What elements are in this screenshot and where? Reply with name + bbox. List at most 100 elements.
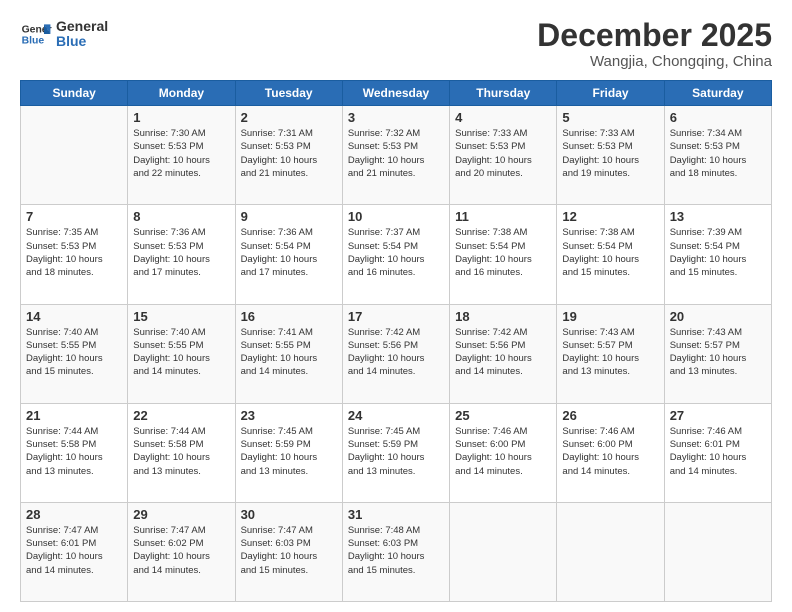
calendar-cell xyxy=(664,502,771,601)
day-number: 16 xyxy=(241,309,337,324)
location: Wangjia, Chongqing, China xyxy=(537,53,772,70)
day-info: Sunrise: 7:41 AM Sunset: 5:55 PM Dayligh… xyxy=(241,326,337,379)
calendar-cell: 11 Sunrise: 7:38 AM Sunset: 5:54 PM Dayli… xyxy=(450,205,557,304)
day-info: Sunrise: 7:40 AM Sunset: 5:55 PM Dayligh… xyxy=(26,326,122,379)
day-number: 15 xyxy=(133,309,229,324)
day-info: Sunrise: 7:38 AM Sunset: 5:54 PM Dayligh… xyxy=(455,226,551,279)
calendar-cell: 8Sunrise: 7:36 AM Sunset: 5:53 PM Daylig… xyxy=(128,205,235,304)
day-number: 1 xyxy=(133,110,229,125)
day-info: Sunrise: 7:44 AM Sunset: 5:58 PM Dayligh… xyxy=(26,425,122,478)
day-number: 17 xyxy=(348,309,444,324)
week-row-4: 21 Sunrise: 7:44 AM Sunset: 5:58 PM Dayli… xyxy=(21,403,772,502)
calendar-cell: 16 Sunrise: 7:41 AM Sunset: 5:55 PM Dayli… xyxy=(235,304,342,403)
calendar-cell: 19 Sunrise: 7:43 AM Sunset: 5:57 PM Dayli… xyxy=(557,304,664,403)
header: General Blue General Blue December 2025 … xyxy=(20,18,772,70)
day-number: 9 xyxy=(241,209,337,224)
calendar-cell: 13Sunrise: 7:39 AM Sunset: 5:54 PM Dayli… xyxy=(664,205,771,304)
month-title: December 2025 xyxy=(537,18,772,53)
calendar-cell: 20 Sunrise: 7:43 AM Sunset: 5:57 PM Dayli… xyxy=(664,304,771,403)
calendar-cell: 1 Sunrise: 7:30 AM Sunset: 5:53 PM Daylig… xyxy=(128,106,235,205)
day-header-monday: Monday xyxy=(128,81,235,106)
day-number: 2 xyxy=(241,110,337,125)
logo-general-text: General xyxy=(56,19,108,34)
day-number: 14 xyxy=(26,309,122,324)
day-info: Sunrise: 7:33 AM Sunset: 5:53 PM Dayligh… xyxy=(562,127,658,180)
day-info: Sunrise: 7:43 AM Sunset: 5:57 PM Dayligh… xyxy=(670,326,766,379)
calendar-table: SundayMondayTuesdayWednesdayThursdayFrid… xyxy=(20,80,772,602)
day-info: Sunrise: 7:30 AM Sunset: 5:53 PM Dayligh… xyxy=(133,127,229,180)
calendar-cell: 14 Sunrise: 7:40 AM Sunset: 5:55 PM Dayli… xyxy=(21,304,128,403)
day-number: 31 xyxy=(348,507,444,522)
calendar-cell: 23 Sunrise: 7:45 AM Sunset: 5:59 PM Dayli… xyxy=(235,403,342,502)
day-number: 4 xyxy=(455,110,551,125)
calendar-cell: 4 Sunrise: 7:33 AM Sunset: 5:53 PM Daylig… xyxy=(450,106,557,205)
day-number: 24 xyxy=(348,408,444,423)
day-number: 25 xyxy=(455,408,551,423)
day-number: 7 xyxy=(26,209,122,224)
day-number: 3 xyxy=(348,110,444,125)
day-info: Sunrise: 7:32 AM Sunset: 5:53 PM Dayligh… xyxy=(348,127,444,180)
calendar-cell xyxy=(450,502,557,601)
day-number: 12 xyxy=(562,209,658,224)
day-number: 21 xyxy=(26,408,122,423)
day-number: 23 xyxy=(241,408,337,423)
day-number: 29 xyxy=(133,507,229,522)
day-info: Sunrise: 7:42 AM Sunset: 5:56 PM Dayligh… xyxy=(455,326,551,379)
day-info: Sunrise: 7:48 AM Sunset: 6:03 PM Dayligh… xyxy=(348,524,444,577)
calendar-cell: 27 Sunrise: 7:46 AM Sunset: 6:01 PM Dayli… xyxy=(664,403,771,502)
day-header-saturday: Saturday xyxy=(664,81,771,106)
day-header-sunday: Sunday xyxy=(21,81,128,106)
day-number: 20 xyxy=(670,309,766,324)
day-info: Sunrise: 7:38 AM Sunset: 5:54 PM Dayligh… xyxy=(562,226,658,279)
day-header-wednesday: Wednesday xyxy=(342,81,449,106)
svg-text:Blue: Blue xyxy=(22,36,45,47)
page: General Blue General Blue December 2025 … xyxy=(0,0,792,612)
day-number: 10 xyxy=(348,209,444,224)
day-info: Sunrise: 7:45 AM Sunset: 5:59 PM Dayligh… xyxy=(241,425,337,478)
calendar-cell: 3 Sunrise: 7:32 AM Sunset: 5:53 PM Daylig… xyxy=(342,106,449,205)
calendar-cell: 31 Sunrise: 7:48 AM Sunset: 6:03 PM Dayli… xyxy=(342,502,449,601)
calendar-cell: 15 Sunrise: 7:40 AM Sunset: 5:55 PM Dayli… xyxy=(128,304,235,403)
calendar-cell: 9 Sunrise: 7:36 AM Sunset: 5:54 PM Daylig… xyxy=(235,205,342,304)
calendar-cell: 7Sunrise: 7:35 AM Sunset: 5:53 PM Daylig… xyxy=(21,205,128,304)
calendar-cell: 18 Sunrise: 7:42 AM Sunset: 5:56 PM Dayli… xyxy=(450,304,557,403)
week-row-5: 28Sunrise: 7:47 AM Sunset: 6:01 PM Dayli… xyxy=(21,502,772,601)
calendar-cell: 30 Sunrise: 7:47 AM Sunset: 6:03 PM Dayli… xyxy=(235,502,342,601)
logo-blue-text: Blue xyxy=(56,34,108,49)
day-info: Sunrise: 7:47 AM Sunset: 6:02 PM Dayligh… xyxy=(133,524,229,577)
day-header-friday: Friday xyxy=(557,81,664,106)
day-number: 8 xyxy=(133,209,229,224)
day-info: Sunrise: 7:37 AM Sunset: 5:54 PM Dayligh… xyxy=(348,226,444,279)
day-info: Sunrise: 7:46 AM Sunset: 6:00 PM Dayligh… xyxy=(562,425,658,478)
day-info: Sunrise: 7:47 AM Sunset: 6:03 PM Dayligh… xyxy=(241,524,337,577)
calendar-cell: 6 Sunrise: 7:34 AM Sunset: 5:53 PM Daylig… xyxy=(664,106,771,205)
day-info: Sunrise: 7:33 AM Sunset: 5:53 PM Dayligh… xyxy=(455,127,551,180)
calendar-cell xyxy=(21,106,128,205)
day-header-thursday: Thursday xyxy=(450,81,557,106)
day-info: Sunrise: 7:34 AM Sunset: 5:53 PM Dayligh… xyxy=(670,127,766,180)
calendar-cell xyxy=(557,502,664,601)
day-number: 6 xyxy=(670,110,766,125)
day-number: 27 xyxy=(670,408,766,423)
calendar-cell: 2Sunrise: 7:31 AM Sunset: 5:53 PM Daylig… xyxy=(235,106,342,205)
day-number: 26 xyxy=(562,408,658,423)
day-info: Sunrise: 7:46 AM Sunset: 6:01 PM Dayligh… xyxy=(670,425,766,478)
calendar-cell: 21 Sunrise: 7:44 AM Sunset: 5:58 PM Dayli… xyxy=(21,403,128,502)
day-number: 13 xyxy=(670,209,766,224)
logo: General Blue General Blue xyxy=(20,18,108,50)
calendar-cell: 24 Sunrise: 7:45 AM Sunset: 5:59 PM Dayli… xyxy=(342,403,449,502)
day-number: 11 xyxy=(455,209,551,224)
day-info: Sunrise: 7:40 AM Sunset: 5:55 PM Dayligh… xyxy=(133,326,229,379)
day-number: 19 xyxy=(562,309,658,324)
calendar-cell: 10 Sunrise: 7:37 AM Sunset: 5:54 PM Dayli… xyxy=(342,205,449,304)
calendar-cell: 26 Sunrise: 7:46 AM Sunset: 6:00 PM Dayli… xyxy=(557,403,664,502)
calendar-header-row: SundayMondayTuesdayWednesdayThursdayFrid… xyxy=(21,81,772,106)
day-number: 18 xyxy=(455,309,551,324)
day-number: 30 xyxy=(241,507,337,522)
day-number: 28 xyxy=(26,507,122,522)
calendar-cell: 25Sunrise: 7:46 AM Sunset: 6:00 PM Dayli… xyxy=(450,403,557,502)
day-number: 22 xyxy=(133,408,229,423)
day-info: Sunrise: 7:43 AM Sunset: 5:57 PM Dayligh… xyxy=(562,326,658,379)
day-info: Sunrise: 7:45 AM Sunset: 5:59 PM Dayligh… xyxy=(348,425,444,478)
day-info: Sunrise: 7:36 AM Sunset: 5:54 PM Dayligh… xyxy=(241,226,337,279)
